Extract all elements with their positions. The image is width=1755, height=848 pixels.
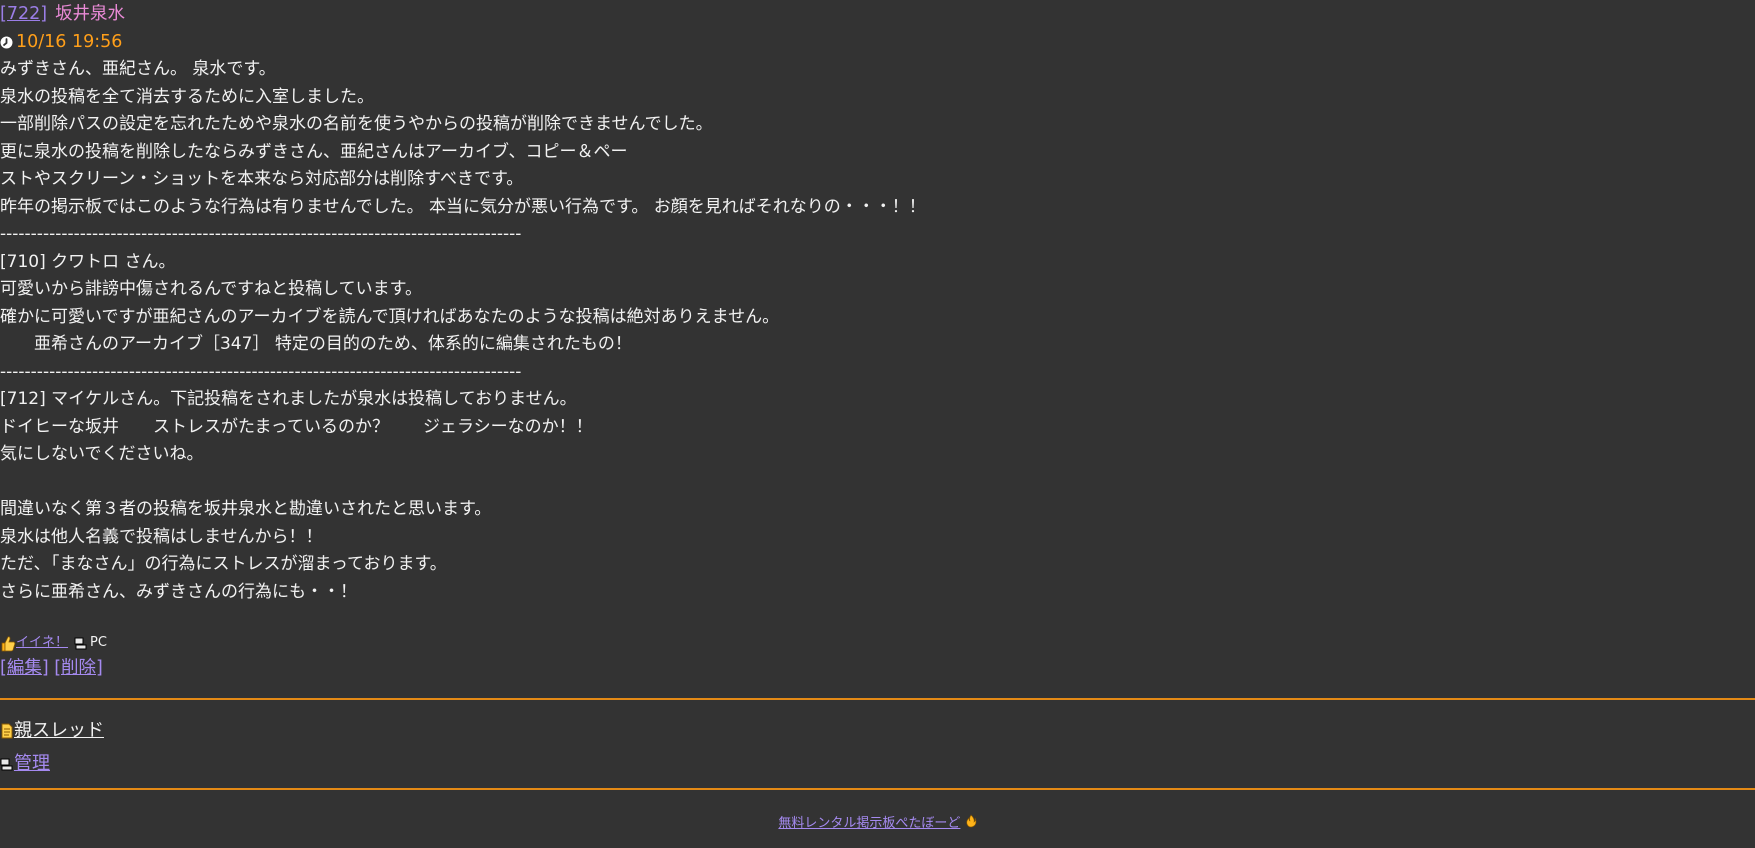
- admin-link[interactable]: 管理: [14, 750, 50, 778]
- nav-parent-thread[interactable]: 親スレッド: [0, 717, 104, 745]
- divider-top: [0, 698, 1755, 700]
- post-body-line: ストやスクリーン・ショットを本来なら対応部分は削除すべきです。: [0, 169, 524, 189]
- post-number-link[interactable]: [722]: [0, 4, 47, 24]
- post-body-line: みずきさん、亜紀さん。 泉水です。: [0, 59, 276, 79]
- pc-icon: [0, 758, 13, 771]
- post-body-line: ドイヒーな坂井 ストレスがたまっているのか？ ジェラシーなのか！！: [0, 416, 593, 437]
- post-body-line: 気にしないでくださいね。: [0, 444, 204, 464]
- thumbs-up-icon: [1, 635, 16, 651]
- document-icon: [1, 723, 13, 739]
- divider-bottom: [0, 788, 1755, 790]
- parent-thread-link[interactable]: 親スレッド: [14, 717, 104, 745]
- pc-icon: [74, 637, 87, 649]
- clock-icon: [0, 36, 13, 48]
- footer: 無料レンタル掲示板ぺたぼーど: [0, 810, 1755, 838]
- post-meta: イイネ！ PC: [0, 631, 1755, 655]
- post-body-line: [712] マイケルさん。下記投稿をされましたが泉水は投稿しておりません。: [0, 389, 577, 409]
- post-body-line: ----------------------------------------…: [0, 224, 522, 244]
- post-body: みずきさん、亜紀さん。 泉水です。泉水の投稿を全て消去するために入室しました。一…: [0, 56, 1755, 606]
- post-actions: [編集] [削除]: [0, 655, 1755, 681]
- post-header: [722] 坂井泉水: [0, 0, 1755, 28]
- nav-admin[interactable]: 管理: [0, 750, 50, 778]
- fire-icon: [966, 814, 976, 828]
- device-label: PC: [90, 635, 107, 651]
- post-body-line: ただ､「まなさん」の行為にストレスが溜まっております。: [0, 554, 447, 574]
- post-body-line: 確かに可愛いですが亜紀さんのアーカイブを読んで頂ければあなたのような投稿は絶対あ…: [0, 306, 780, 327]
- post-body-line: 昨年の掲示板ではこのような行為は有りませんでした。 本当に気分が悪い行為です。 …: [0, 196, 926, 217]
- post-body-line: 間違いなく第３者の投稿を坂井泉水と勘違いされたと思います。: [0, 499, 492, 519]
- post-body-line: [710] クワトロ さん。: [0, 251, 176, 272]
- delete-link[interactable]: [削除]: [54, 658, 103, 678]
- post-body-line: 泉水は他人名義で投稿はしませんから！！: [0, 526, 323, 547]
- post-body-line: さらに亜希さん、みずきさんの行為にも・・！: [0, 581, 357, 602]
- footer-link[interactable]: 無料レンタル掲示板ぺたぼーど: [778, 816, 960, 831]
- post-date: 10/16 19:56: [0, 28, 1755, 56]
- post-body-line: 可愛いから誹謗中傷されるんですねと投稿しています。: [0, 279, 422, 299]
- post-date-text: 10/16 19:56: [16, 32, 123, 52]
- post-body-line: 泉水の投稿を全て消去するために入室しました。: [0, 86, 374, 107]
- post: [722] 坂井泉水 10/16 19:56 みずきさん、亜紀さん。 泉水です。泉…: [0, 0, 1755, 681]
- post-author: 坂井泉水: [55, 4, 126, 24]
- post-body-line: 一部削除パスの設定を忘れたためや泉水の名前を使うやからの投稿が削除できませんでし…: [0, 114, 713, 134]
- edit-link[interactable]: [編集]: [0, 658, 49, 678]
- post-body-line: ----------------------------------------…: [0, 361, 522, 382]
- post-body-line: 亜希さんのアーカイブ［347］ 特定の目的のため、体系的に編集されたもの！: [0, 334, 632, 354]
- post-body-line: 更に泉水の投稿を削除したならみずきさん、亜紀さんはアーカイブ、コピー＆ペー: [0, 141, 628, 162]
- like-link[interactable]: イイネ！: [16, 629, 68, 657]
